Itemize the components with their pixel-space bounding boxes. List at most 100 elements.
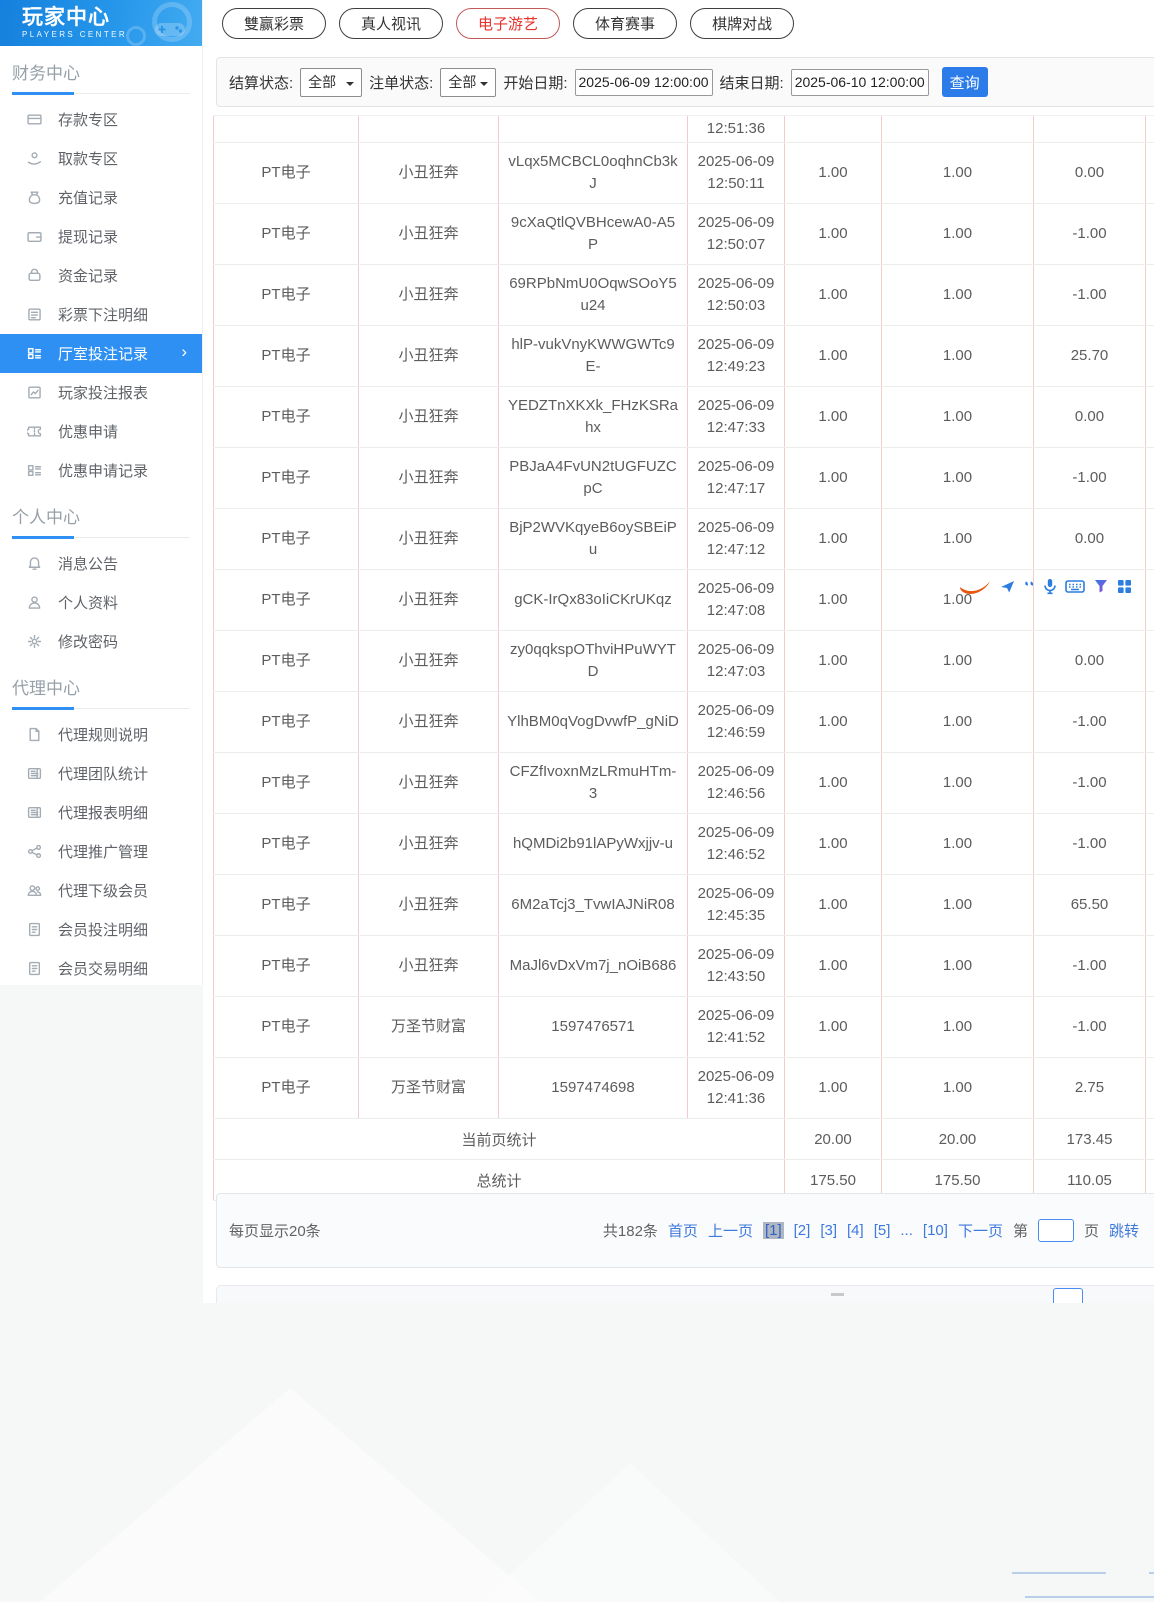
cell-game: 小丑狂奔 xyxy=(358,509,498,569)
cell-extra xyxy=(1145,326,1154,386)
brand-header: 玩家中心 PLAYERS CENTER xyxy=(0,0,202,46)
sidebar-item[interactable]: 会员交易明细 xyxy=(0,949,202,988)
cell-valid-bet: 1.00 xyxy=(881,631,1033,691)
page-number-link[interactable]: [5] xyxy=(874,1222,891,1239)
sidebar-item[interactable]: 代理下级会员 xyxy=(0,871,202,910)
cell-game: 小丑狂奔 xyxy=(358,570,498,630)
sidebar-item-label: 会员投注明细 xyxy=(58,919,148,940)
mic-icon[interactable] xyxy=(1043,578,1057,595)
quote-icon[interactable] xyxy=(1023,580,1035,592)
cell-order-id: hQMDi2b91lAPyWxjjv-u xyxy=(498,814,687,874)
sidebar-item[interactable]: 彩票下注明细 xyxy=(0,295,202,334)
chart-doc-icon xyxy=(27,385,43,401)
sidebar-item[interactable]: 厅室投注记录› xyxy=(0,334,202,373)
cell-hall: PT电子 xyxy=(213,265,358,325)
sidebar-item[interactable]: 资金记录 xyxy=(0,256,202,295)
cell-profit: 0.00 xyxy=(1033,631,1145,691)
cell-game: 小丑狂奔 xyxy=(358,143,498,203)
page-number-link: ... xyxy=(900,1222,913,1239)
sidebar-item[interactable]: 提现记录 xyxy=(0,217,202,256)
page-number-link[interactable]: [10] xyxy=(923,1222,948,1239)
sidebar-item[interactable]: 优惠申请记录 xyxy=(0,451,202,490)
sidebar-item[interactable]: 消息公告 xyxy=(0,544,202,583)
category-tab[interactable]: 真人视讯 xyxy=(339,8,443,39)
background-footer xyxy=(0,1303,1154,1602)
order-status-select[interactable]: 全部 xyxy=(440,68,496,97)
sidebar-item[interactable]: 存款专区 xyxy=(0,100,202,139)
doc-icon xyxy=(27,727,43,743)
apps-grid-icon[interactable] xyxy=(1117,579,1132,594)
end-date-input[interactable] xyxy=(791,69,929,96)
blue-line-decoration xyxy=(1025,1596,1154,1598)
cell-order-id: zy0qqkspOThviHPuWYTD xyxy=(498,631,687,691)
cell-order-id: MaJl6vDxVm7j_nOiB686 xyxy=(498,936,687,996)
sidebar-item[interactable]: 代理报表明细 xyxy=(0,793,202,832)
category-tab[interactable]: 电子游艺 xyxy=(456,8,560,39)
cell-extra xyxy=(1145,387,1154,447)
cell-profit: -1.00 xyxy=(1033,692,1145,752)
paper-plane-icon[interactable] xyxy=(1000,579,1015,594)
category-tab[interactable]: 体育赛事 xyxy=(573,8,677,39)
query-button[interactable]: 查询 xyxy=(942,67,988,97)
cell-order-id xyxy=(498,116,687,142)
sidebar-item[interactable]: 代理推广管理 xyxy=(0,832,202,871)
page-number-current[interactable]: [1] xyxy=(763,1222,784,1239)
purse-icon xyxy=(27,268,43,284)
cell-game: 小丑狂奔 xyxy=(358,265,498,325)
cell-order-id: vLqx5MCBCL0oqhnCb3kJ xyxy=(498,143,687,203)
settle-status-select[interactable]: 全部 xyxy=(300,68,362,97)
ime-logo-icon[interactable] xyxy=(958,576,992,596)
cell-time: 2025-06-09 12:41:36 xyxy=(687,1058,784,1118)
cell-time: 2025-06-09 12:49:23 xyxy=(687,326,784,386)
start-date-input[interactable] xyxy=(575,69,713,96)
cell-valid-bet: 1.00 xyxy=(881,509,1033,569)
cell-valid-bet: 1.00 xyxy=(881,326,1033,386)
jump-action-link[interactable]: 跳转 xyxy=(1109,1220,1139,1241)
cell-profit: 65.50 xyxy=(1033,875,1145,935)
table-row: PT电子小丑狂奔6M2aTcj3_TvwIAJNiR082025-06-09 1… xyxy=(213,875,1154,936)
category-tab[interactable]: 雙赢彩票 xyxy=(222,8,326,39)
page-number-link[interactable]: [2] xyxy=(794,1222,811,1239)
cell-game: 小丑狂奔 xyxy=(358,631,498,691)
sidebar-item[interactable]: 充值记录 xyxy=(0,178,202,217)
sidebar-item[interactable]: 修改密码 xyxy=(0,622,202,661)
category-tabs: 雙赢彩票真人视讯电子游艺体育赛事棋牌对战 xyxy=(222,8,794,39)
cell-extra xyxy=(1145,143,1154,203)
cell-game: 小丑狂奔 xyxy=(358,875,498,935)
funnel-icon[interactable] xyxy=(1093,578,1109,594)
sidebar-item-label: 修改密码 xyxy=(58,631,118,652)
sidebar-item[interactable]: 玩家投注报表 xyxy=(0,373,202,412)
sidebar-item[interactable]: 个人资料 xyxy=(0,583,202,622)
end-date-label: 结束日期: xyxy=(720,72,784,93)
sidebar-item-label: 代理规则说明 xyxy=(58,724,148,745)
prev-page-link[interactable]: 上一页 xyxy=(708,1220,753,1241)
watermark-triangle xyxy=(480,1463,780,1602)
sidebar-item[interactable]: 优惠申请 xyxy=(0,412,202,451)
cell-bet: 1.00 xyxy=(784,570,881,630)
first-page-link[interactable]: 首页 xyxy=(668,1220,698,1241)
cell-order-id: CFZfIvoxnMzLRmuHTm-3 xyxy=(498,753,687,813)
cell-game: 小丑狂奔 xyxy=(358,753,498,813)
cell-order-id: 69RPbNmU0OqwSOoY5u24 xyxy=(498,265,687,325)
next-page-link[interactable]: 下一页 xyxy=(958,1220,1003,1241)
category-tab[interactable]: 棋牌对战 xyxy=(690,8,794,39)
sidebar-item-label: 个人资料 xyxy=(58,592,118,613)
sidebar-item[interactable]: 代理规则说明 xyxy=(0,715,202,754)
keyboard-icon[interactable] xyxy=(1065,579,1085,594)
sidebar-item-label: 资金记录 xyxy=(58,265,118,286)
doc-list-icon xyxy=(27,922,43,938)
cell-extra xyxy=(1145,997,1154,1057)
cell-hall: PT电子 xyxy=(213,143,358,203)
sidebar-item[interactable]: 会员投注明细 xyxy=(0,910,202,949)
sidebar-item-label: 存款专区 xyxy=(58,109,118,130)
page-jump-input[interactable] xyxy=(1038,1219,1074,1242)
grid-list-icon xyxy=(27,346,43,362)
gamepad-icon xyxy=(154,20,186,40)
per-page-label: 每页显示20条 xyxy=(229,1220,321,1241)
page-number-link[interactable]: [3] xyxy=(820,1222,837,1239)
sidebar-item[interactable]: 取款专区 xyxy=(0,139,202,178)
sidebar-item[interactable]: 代理团队统计 xyxy=(0,754,202,793)
page-number-link[interactable]: [4] xyxy=(847,1222,864,1239)
filter-bar: 结算状态: 全部 注单状态: 全部 开始日期: 结束日期: 查询 xyxy=(216,57,1154,107)
blue-line-decoration xyxy=(1149,1572,1154,1574)
